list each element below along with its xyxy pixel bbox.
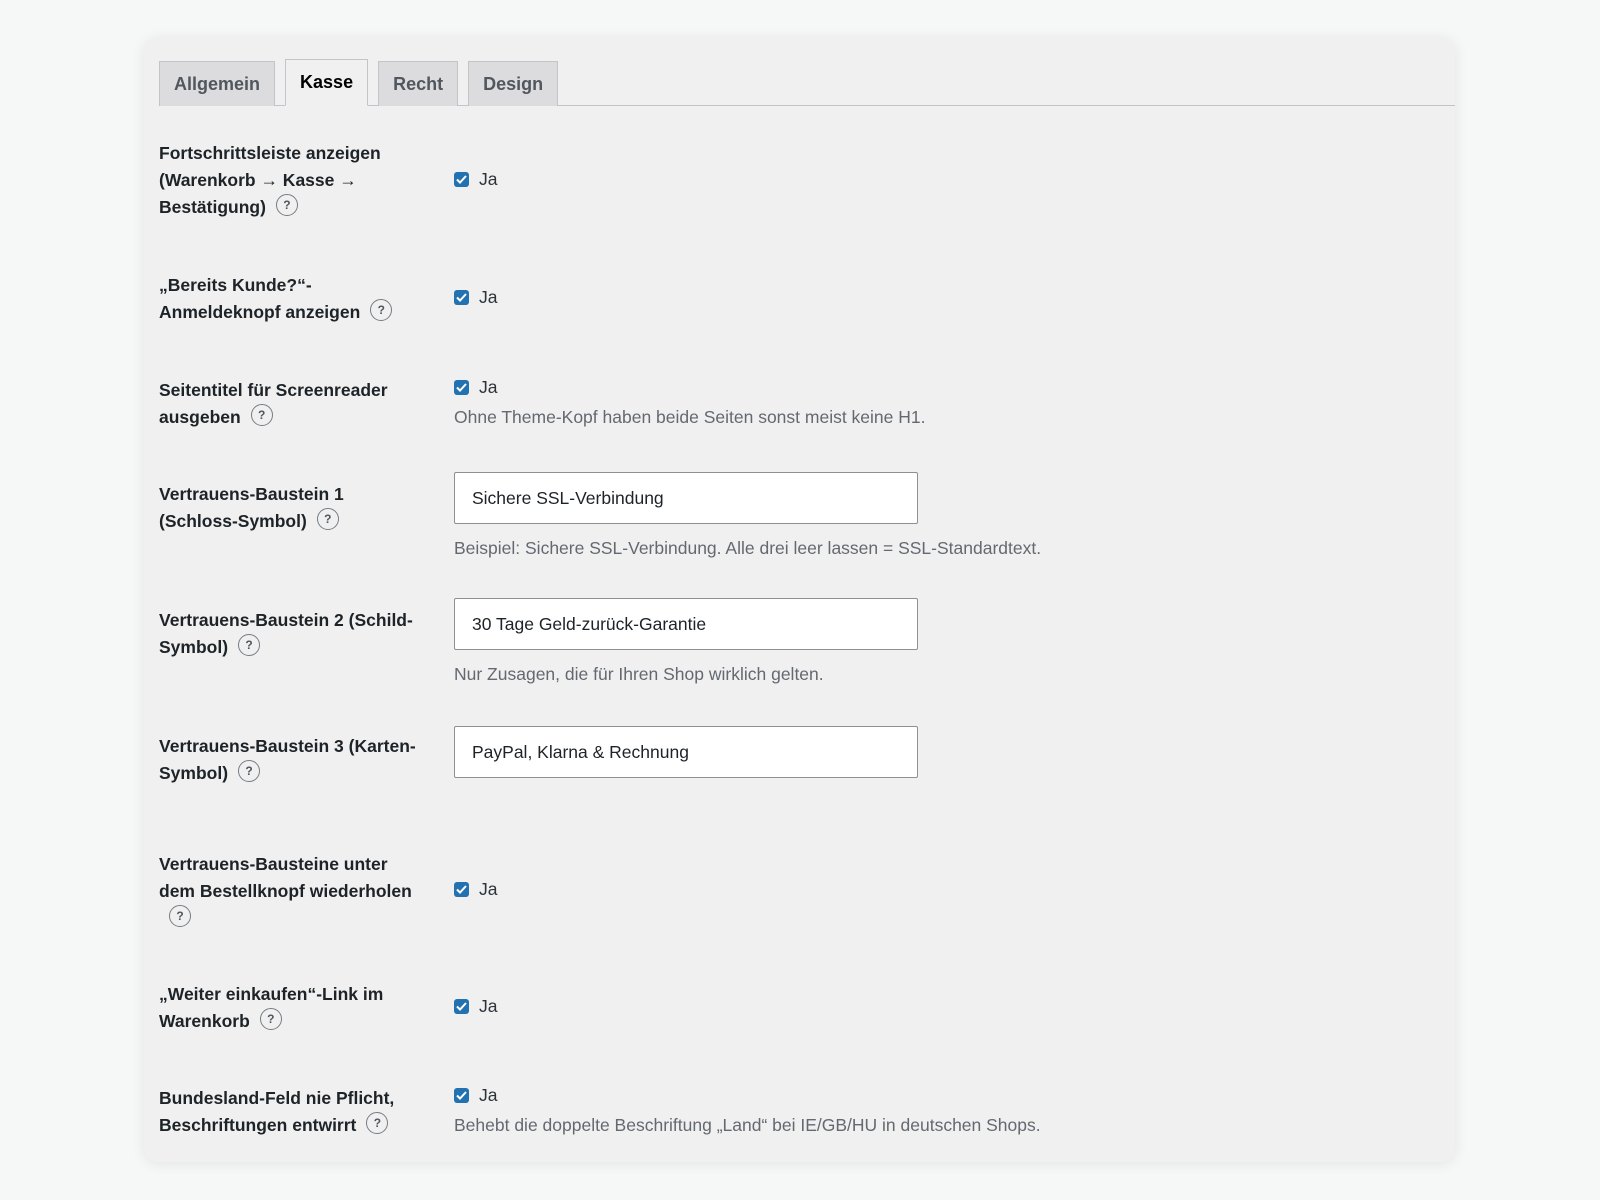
tab-allgemein[interactable]: Allgemein <box>159 61 276 106</box>
repeat-badges-checkbox[interactable]: Ja <box>454 877 497 901</box>
setting-field: Beispiel: Sichere SSL-Verbindung. Alle d… <box>454 472 1041 559</box>
state-field-checkbox[interactable]: Ja <box>454 1083 1041 1107</box>
help-icon[interactable]: ? <box>316 508 339 531</box>
tab-design[interactable]: Design <box>468 61 559 106</box>
setting-field: Ja <box>454 994 497 1018</box>
continue-shopping-checkbox[interactable]: Ja <box>454 994 497 1018</box>
setting-label: Fortschrittsleiste anzeigen (Warenkorb →… <box>159 143 381 217</box>
setting-label: Vertrauens-Bausteine unter dem Bestellkn… <box>159 851 427 932</box>
checkbox-checked-icon[interactable] <box>454 379 469 395</box>
setting-description: Ohne Theme-Kopf haben beide Seiten sonst… <box>454 407 926 427</box>
setting-field <box>454 726 918 778</box>
setting-field: Ja <box>454 285 497 309</box>
setting-description: Behebt die doppelte Beschriftung „Land“ … <box>454 1115 1041 1135</box>
help-icon[interactable]: ? <box>275 194 298 217</box>
setting-field: Nur Zusagen, die für Ihren Shop wirklich… <box>454 598 918 685</box>
help-icon[interactable]: ? <box>370 299 393 322</box>
tab-kasse[interactable]: Kasse <box>285 59 369 106</box>
help-icon[interactable]: ? <box>366 1112 389 1135</box>
checkbox-checked-icon[interactable] <box>454 998 469 1014</box>
tab-bar: Allgemein Kasse Recht Design <box>159 58 1455 106</box>
setting-label: „Bereits Kunde?“-Anmeldeknopf anzeigen? <box>159 272 427 326</box>
progress-bar-checkbox[interactable]: Ja <box>454 167 497 191</box>
screenreader-title-checkbox[interactable]: Ja <box>454 375 926 399</box>
trust-badge-3-input[interactable] <box>454 726 918 778</box>
help-icon[interactable]: ? <box>169 905 191 928</box>
help-icon[interactable]: ? <box>238 760 261 783</box>
help-icon[interactable]: ? <box>238 634 261 657</box>
trust-badge-1-input[interactable] <box>454 472 918 524</box>
trust-badge-2-input[interactable] <box>454 598 918 650</box>
setting-field: Ja Behebt die doppelte Beschriftung „Lan… <box>454 1083 1041 1136</box>
setting-field: Ja Ohne Theme-Kopf haben beide Seiten so… <box>454 375 926 428</box>
help-icon[interactable]: ? <box>259 1008 282 1031</box>
setting-description: Beispiel: Sichere SSL-Verbindung. Alle d… <box>454 538 1042 558</box>
setting-label: Vertrauens-Baustein 3 (Karten-Symbol)? <box>159 736 416 783</box>
setting-label: Vertrauens-Baustein 2 (Schild-Symbol)? <box>159 610 413 657</box>
login-button-checkbox[interactable]: Ja <box>454 285 497 309</box>
checkbox-checked-icon[interactable] <box>454 1087 469 1103</box>
tab-recht[interactable]: Recht <box>378 61 459 106</box>
setting-label: Bundesland-Feld nie Pflicht, Beschriftun… <box>159 1088 395 1135</box>
setting-label: „Weiter einkaufen“-Link im Warenkorb? <box>159 984 384 1031</box>
setting-label: Seitentitel für Screenreader ausgeben? <box>159 380 388 427</box>
setting-description: Nur Zusagen, die für Ihren Shop wirklich… <box>454 664 824 684</box>
help-icon[interactable]: ? <box>250 404 273 427</box>
checkbox-checked-icon[interactable] <box>454 289 469 305</box>
checkbox-checked-icon[interactable] <box>454 171 469 187</box>
settings-panel: Allgemein Kasse Recht Design Fortschritt… <box>144 37 1455 1162</box>
setting-field: Ja <box>454 167 497 191</box>
setting-field: Ja <box>454 877 497 901</box>
checkbox-checked-icon[interactable] <box>454 881 469 897</box>
setting-label: Vertrauens-Baustein 1 (Schloss-Symbol)? <box>159 484 344 531</box>
